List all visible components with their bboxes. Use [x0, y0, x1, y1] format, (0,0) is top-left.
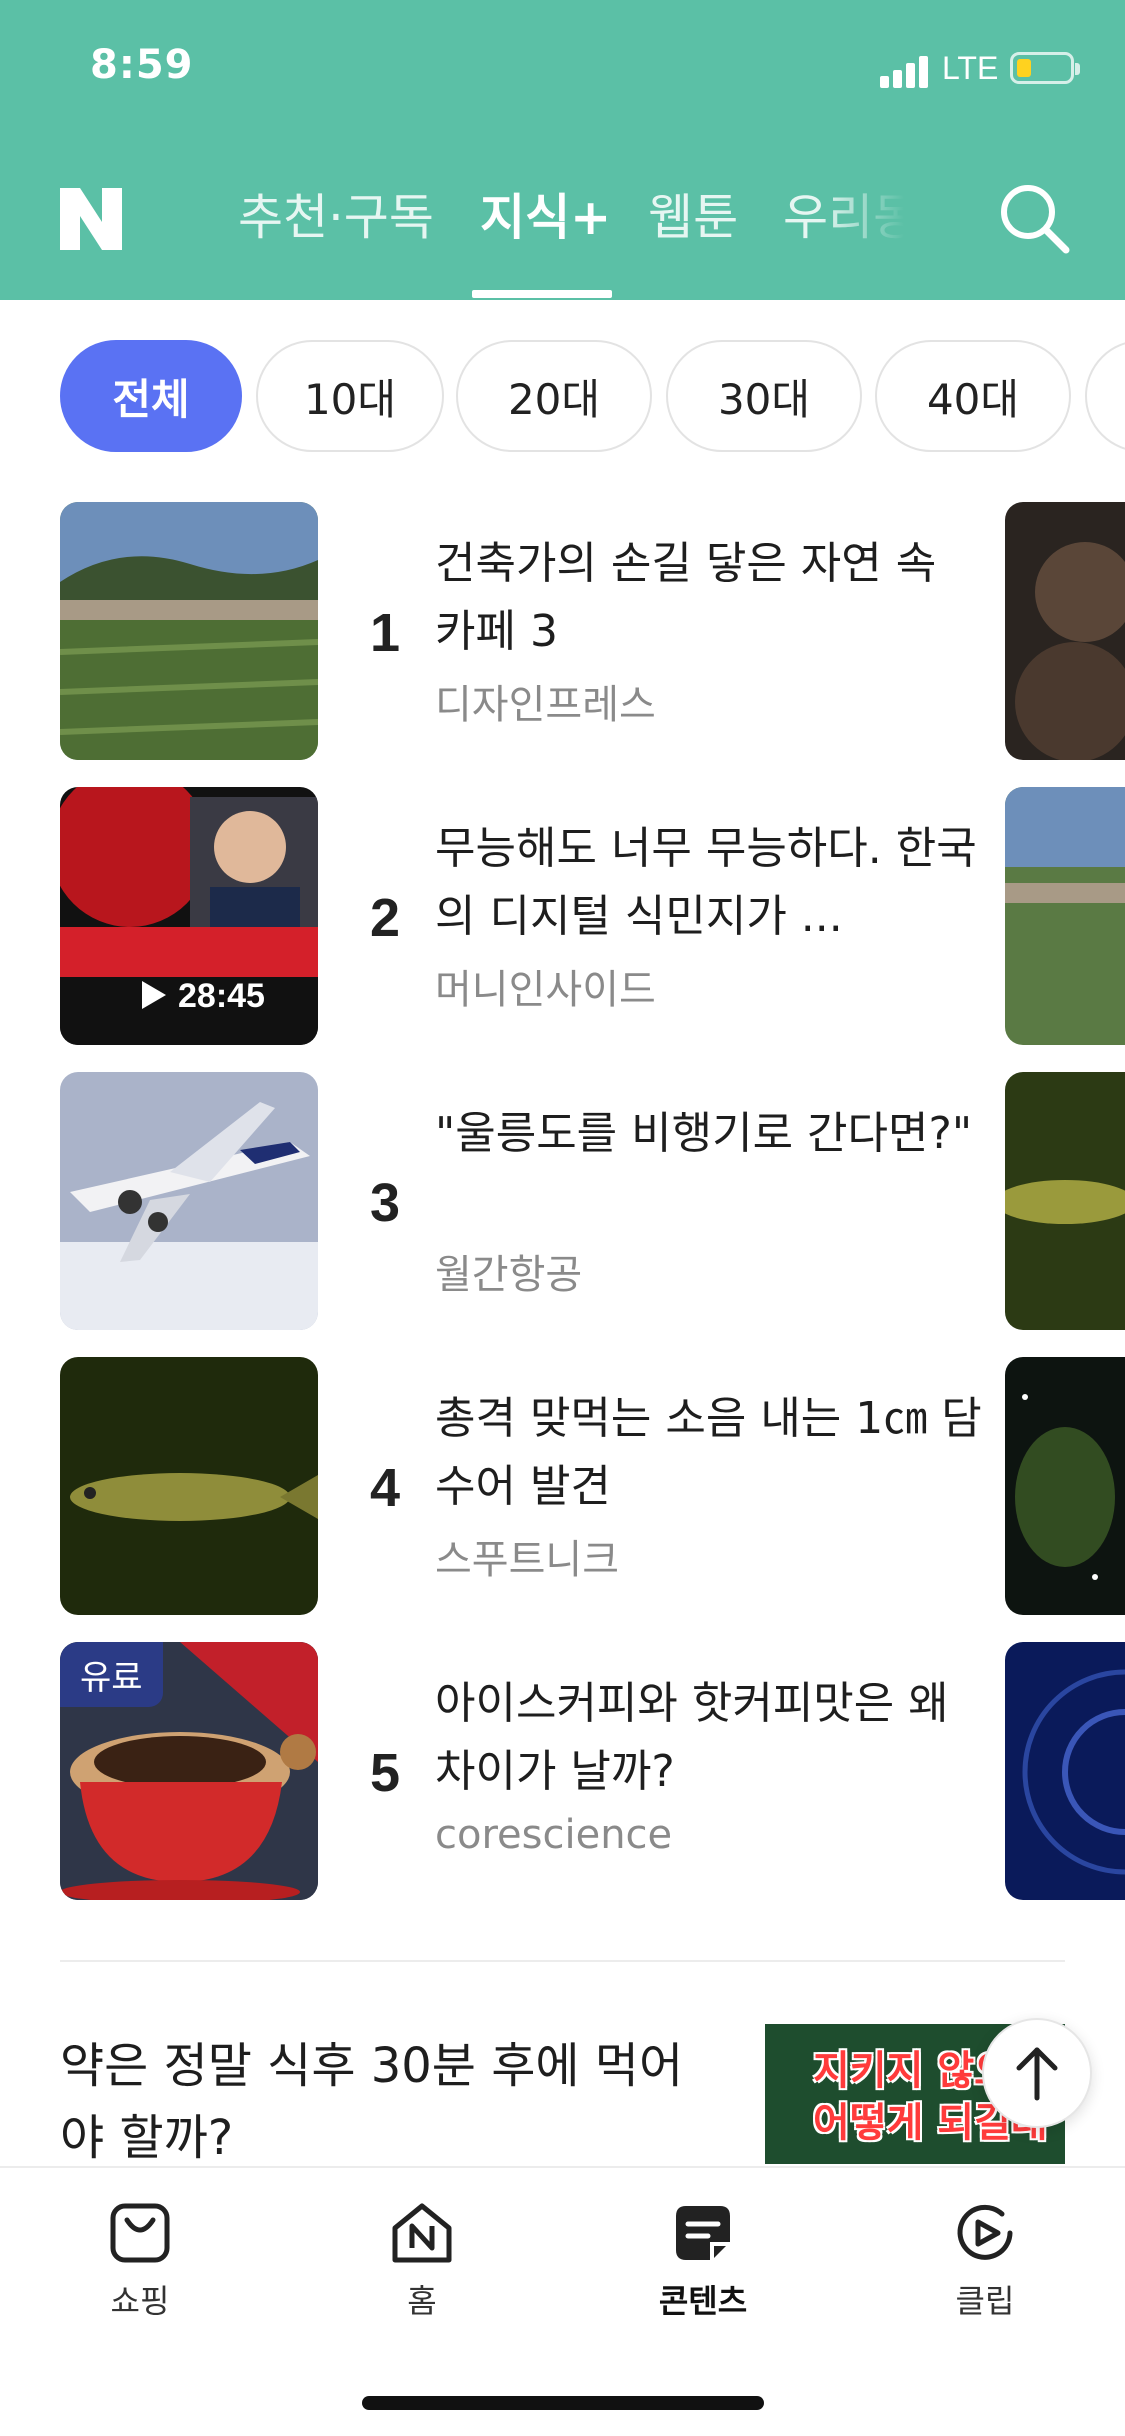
peek-thumbnail[interactable]	[1005, 502, 1125, 760]
filter-chip-next[interactable]	[1085, 340, 1125, 452]
tab-label: 쇼핑	[110, 2282, 170, 2320]
ranking-source: 월간항공	[435, 1252, 583, 1298]
ranking-title: "울릉도를 비행기로 간다면?"	[435, 1108, 973, 1159]
ranking-source: 스푸트니크	[435, 1537, 619, 1583]
bottom-tab-clip[interactable]: 클립	[905, 2200, 1065, 2330]
content-icon	[676, 2206, 730, 2260]
play-icon	[142, 981, 166, 1009]
article-title[interactable]: 약은 정말 식후 30분 후에 먹어야 할까?	[60, 2030, 720, 2174]
scroll-to-top-button[interactable]	[982, 2018, 1092, 2128]
filter-chip-40s[interactable]: 40대	[875, 340, 1071, 452]
filter-chip-20s[interactable]: 20대	[456, 340, 652, 452]
signal-icon	[880, 54, 932, 88]
rank-number: 2	[369, 888, 401, 948]
peek-thumbnail[interactable]	[1005, 1357, 1125, 1615]
arrow-up-icon	[1016, 2047, 1058, 2101]
home-indicator	[362, 2396, 764, 2410]
filter-chip-all[interactable]: 전체	[60, 340, 242, 452]
age-filter-bar: 전체 10대 20대 30대 40대	[60, 340, 1125, 456]
ranking-item-5[interactable]: 유료 5 아이스커피와 핫커피맛은 왜 차이가 날까? corescience	[60, 1642, 1060, 1900]
top-nav-tabs: 추천·구독 지식+ 웹툰 우리동	[238, 178, 918, 258]
rank-number: 3	[369, 1173, 401, 1233]
bottom-tab-home[interactable]: 홈	[342, 2200, 502, 2330]
nav-fade	[820, 170, 940, 260]
ranking-source: corescience	[435, 1812, 673, 1858]
shopping-bag-icon	[110, 2203, 170, 2263]
ranking-thumbnail	[60, 502, 318, 760]
ranking-source: 디자인프레스	[435, 682, 656, 728]
tab-recommend[interactable]: 추천·구독	[238, 178, 434, 249]
peek-thumbnail[interactable]	[1005, 1642, 1125, 1900]
network-type: LTE	[942, 50, 999, 86]
clip-play-icon	[957, 2204, 1013, 2260]
bottom-tab-content[interactable]: 콘텐츠	[623, 2200, 783, 2330]
tab-label: 콘텐츠	[658, 2282, 748, 2320]
tab-label: 홈	[407, 2282, 437, 2320]
ranking-thumbnail: 유료	[60, 1642, 318, 1900]
tab-webtoon[interactable]: 웹툰	[648, 178, 738, 249]
home-icon	[392, 2203, 452, 2263]
ranking-item-1[interactable]: 1 건축가의 손길 닿은 자연 속 카페 3 디자인프레스	[60, 502, 1060, 760]
bottom-tab-shopping[interactable]: 쇼핑	[60, 2200, 220, 2330]
ranking-thumbnail	[60, 1072, 318, 1330]
naver-logo-icon[interactable]	[58, 186, 124, 252]
peek-thumbnail[interactable]	[1005, 787, 1125, 1045]
tab-knowledge[interactable]: 지식+	[480, 178, 611, 249]
status-time: 8:59	[90, 42, 194, 88]
battery-icon	[1010, 52, 1080, 84]
paid-badge: 유료	[60, 1642, 163, 1707]
ranking-title: 건축가의 손길 닿은 자연 속 카페 3	[435, 538, 937, 657]
ranking-thumbnail	[60, 1357, 318, 1615]
filter-chip-10s[interactable]: 10대	[256, 340, 444, 452]
ranking-thumbnail-video: 28:45	[60, 787, 318, 1045]
ranking-item-4[interactable]: 4 총격 맞먹는 소음 내는 1㎝ 담수어 발견 스푸트니크	[60, 1357, 1060, 1615]
video-duration: 28:45	[178, 977, 265, 1015]
tab-label: 클립	[955, 2282, 1015, 2320]
ranking-item-2[interactable]: 28:45 2 무능해도 너무 무능하다. 한국의 디지털 식민지가 ... 머…	[60, 787, 1060, 1045]
app-header: 8:59 LTE 추천·구독 지식+ 웹툰 우리동	[0, 0, 1125, 300]
ranking-source: 머니인사이드	[435, 967, 656, 1013]
ranking-item-3[interactable]: 3 "울릉도를 비행기로 간다면?" 월간항공	[60, 1072, 1060, 1330]
rank-number: 4	[369, 1458, 401, 1518]
filter-chip-30s[interactable]: 30대	[666, 340, 862, 452]
peek-thumbnail[interactable]	[1005, 1072, 1125, 1330]
search-icon[interactable]	[996, 180, 1072, 256]
ranking-title: 아이스커피와 핫커피맛은 왜 차이가 날까?	[435, 1678, 949, 1797]
active-tab-indicator	[472, 290, 612, 298]
ranking-title: 무능해도 너무 무능하다. 한국의 디지털 식민지가 ...	[435, 823, 977, 942]
rank-number: 5	[369, 1743, 401, 1803]
ranking-title: 총격 맞먹는 소음 내는 1㎝ 담수어 발견	[435, 1393, 982, 1512]
section-divider	[60, 1960, 1065, 1962]
rank-number: 1	[369, 603, 401, 663]
